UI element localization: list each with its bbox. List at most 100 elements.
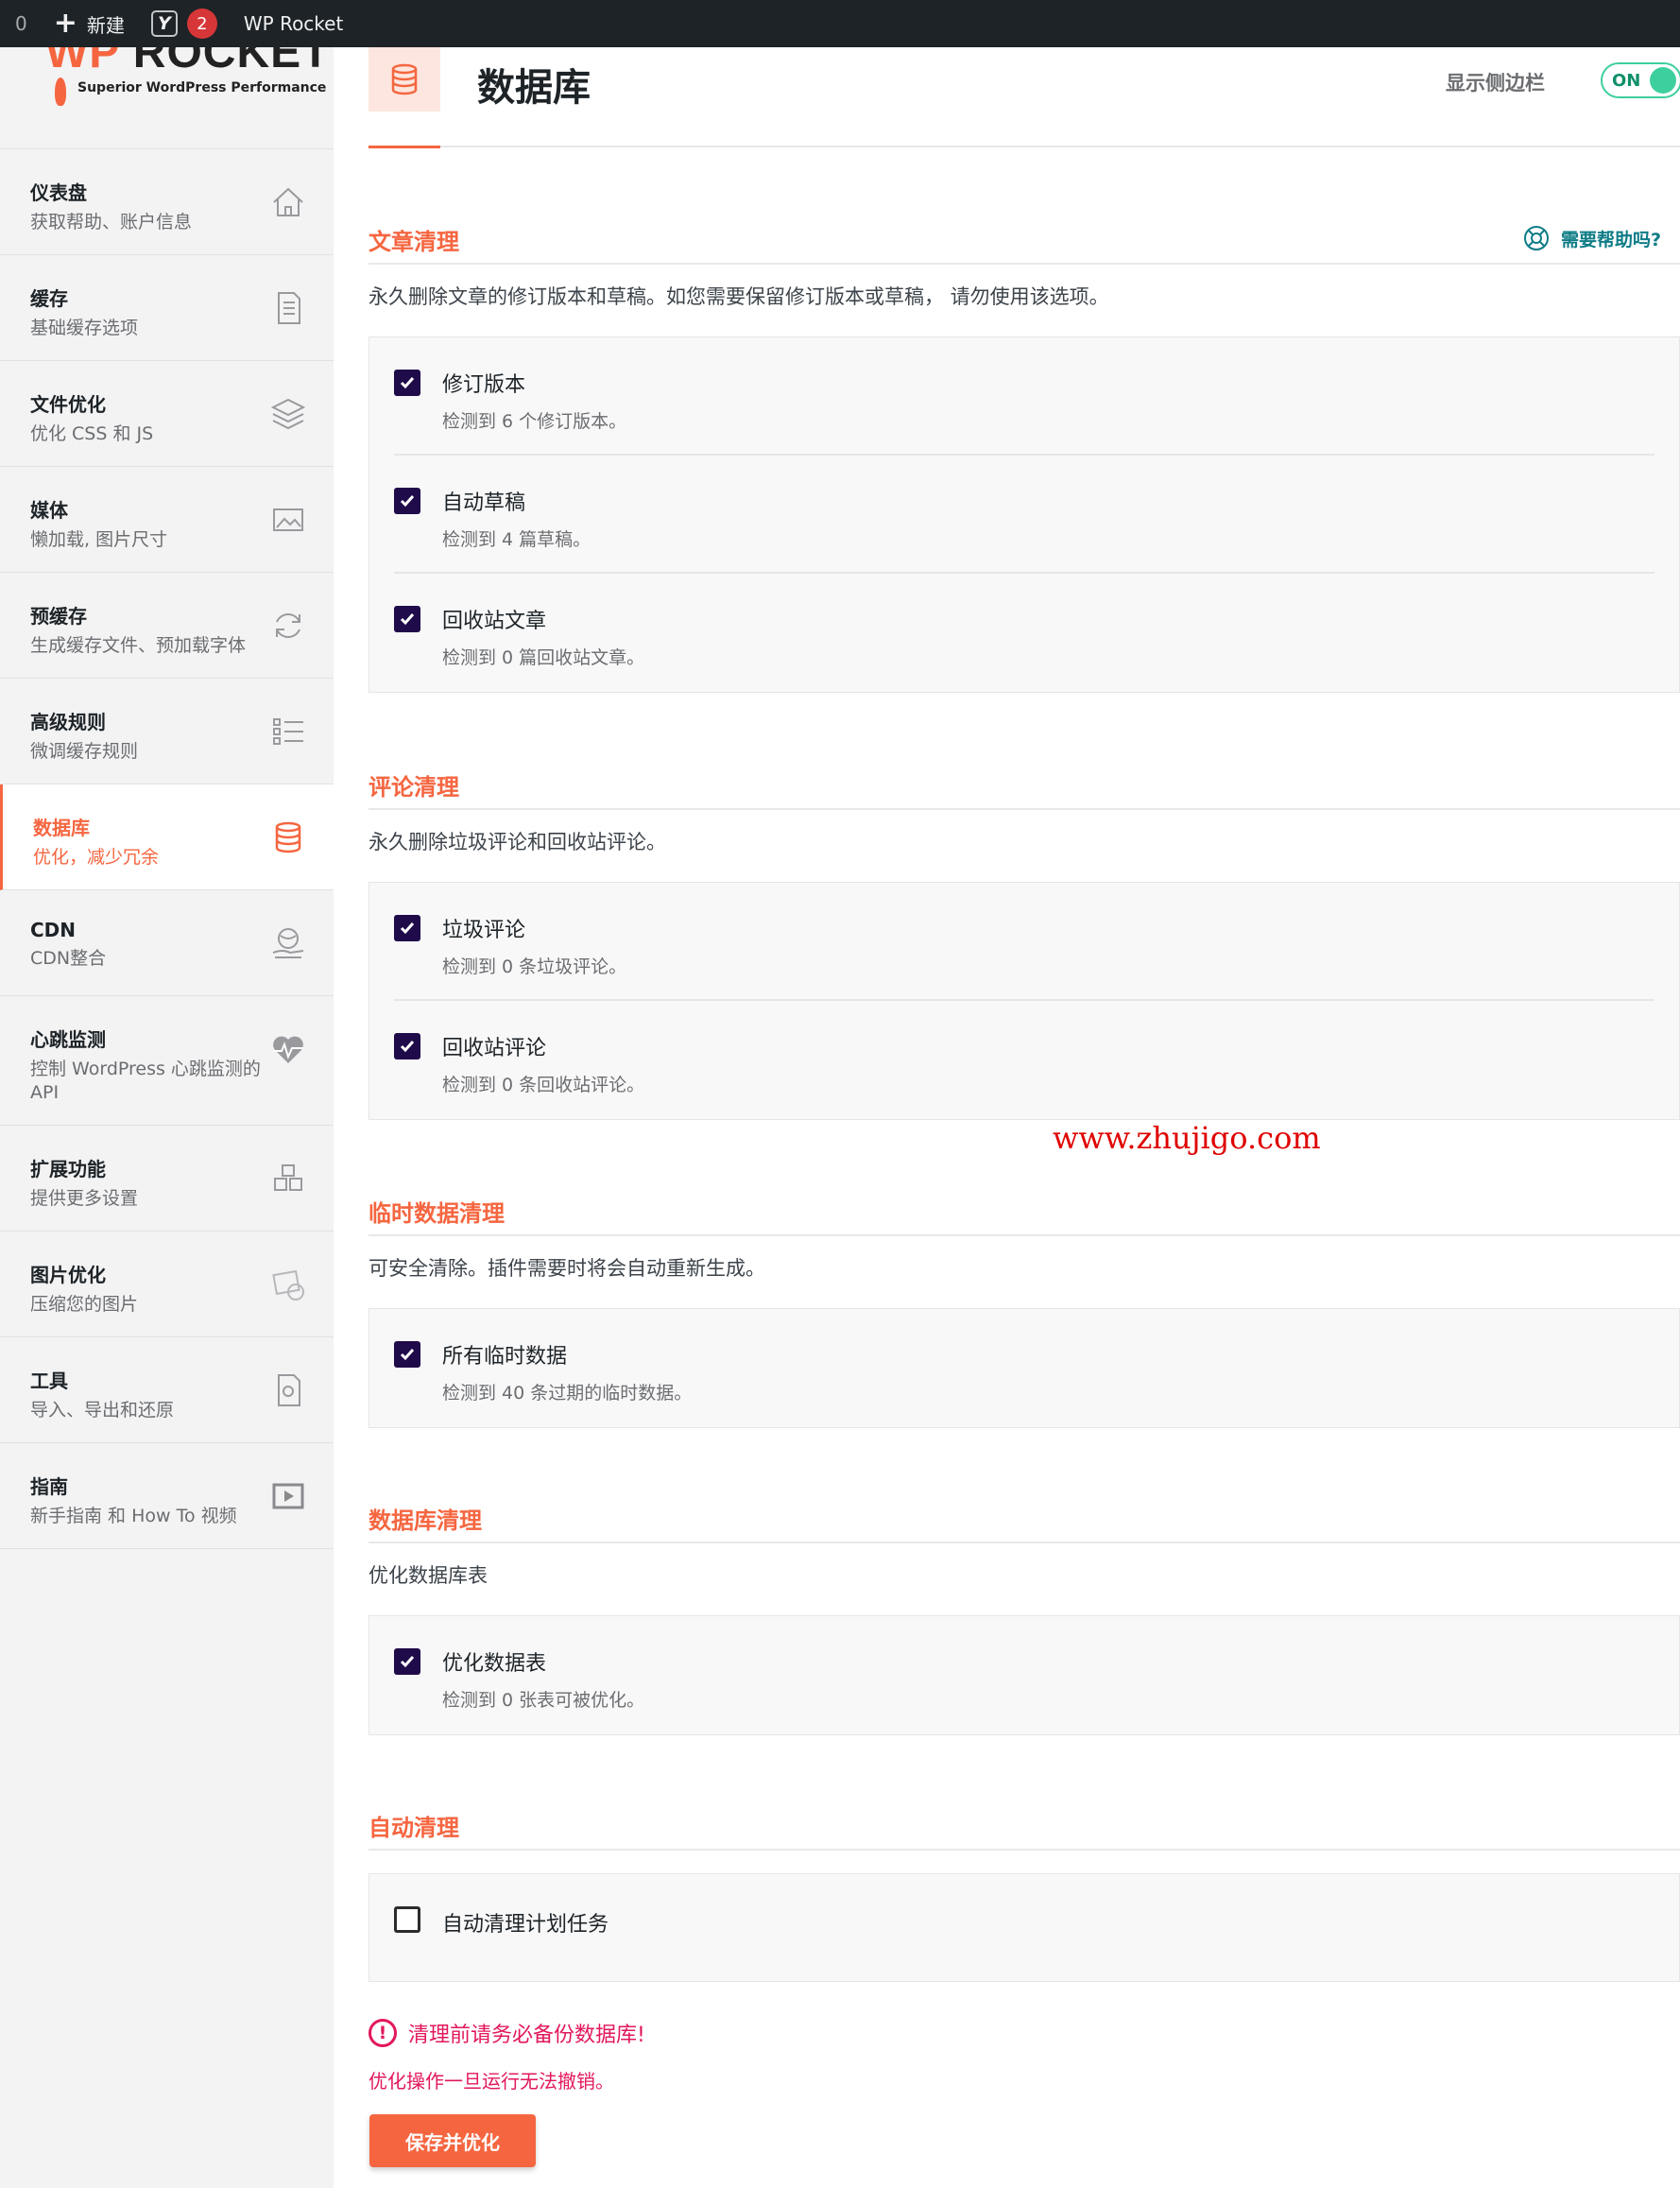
check-icon [400,1656,415,1668]
option-label: 自动清理计划任务 [442,1913,609,1937]
sidebar-item-file-optimization[interactable]: 文件优化 优化 CSS 和 JS [0,361,334,467]
section-description: 永久删除文章的修订版本和草稿。如您需要保留修订版本或草稿， 请勿使用该选项。 [369,285,1109,308]
check-icon [400,377,415,389]
scheduled-cleanup-checkbox[interactable] [394,1906,420,1933]
options-box: 垃圾评论 检测到 0 条垃圾评论。 回收站评论 检测到 0 条回收站评论。 [369,882,1680,1120]
option-revisions: 修订版本 检测到 6 个修订版本。 [394,337,1654,456]
sidebar-item-advanced-rules[interactable]: 高级规则 微调缓存规则 [0,679,334,784]
section-description: 可安全清除。插件需要时将会自动重新生成。 [369,1257,765,1280]
auto-drafts-checkbox[interactable] [394,488,420,514]
option-label: 回收站文章 [442,610,547,633]
section-transients-cleanup: 临时数据清理 可安全清除。插件需要时将会自动重新生成。 所有临时数据 检测到 4… [369,1189,1680,1428]
page-header: 数据库 显示侧边栏 ON [369,47,1680,148]
admin-bar: 0 + 新建 Y 2 WP Rocket [0,0,1680,47]
option-detail: 检测到 4 篇草稿。 [442,529,591,550]
plus-icon: + [53,7,77,40]
option-spam-comments: 垃圾评论 检测到 0 条垃圾评论。 [394,883,1654,1001]
yoast-menu[interactable]: Y 2 [138,0,231,47]
document-icon [278,292,300,324]
option-label: 优化数据表 [442,1652,547,1676]
notification-badge: 2 [186,9,217,39]
new-content-menu[interactable]: + 新建 [41,0,138,47]
refresh-icon [276,613,300,638]
save-and-optimize-button[interactable]: 保存并优化 [369,2114,536,2167]
watermark: www.zhujigo.com [1053,1120,1321,1156]
backup-warning: ! 清理前请务必备份数据库! [369,2018,645,2048]
main-content: 数据库 显示侧边栏 ON 文章清理 需要帮助吗? 永久删除文章的修订版本和草稿。… [334,47,1680,2188]
section-post-cleanup: 文章清理 需要帮助吗? 永久删除文章的修订版本和草稿。如您需要保留修订版本或草稿… [369,217,1680,693]
lifebuoy-icon [1523,226,1549,250]
warning-subtitle: 优化操作一旦运行无法撤销。 [369,2070,614,2093]
database-icon [275,821,301,853]
sidebar-item-subtitle: 压缩您的图片 [30,1294,139,1315]
sidebar-toggle-label: 显示侧边栏 [1446,72,1545,95]
sidebar-item-subtitle: 导入、导出和还原 [30,1400,175,1421]
alert-icon: ! [369,2019,397,2047]
sidebar-item-subtitle: 控制 WordPress 心跳监测的 API [30,1059,261,1103]
spam-comments-checkbox[interactable] [394,915,420,941]
sidebar-item-media[interactable]: 媒体 懒加载, 图片尺寸 [0,467,334,573]
layers-icon [270,398,306,430]
home-icon [273,187,303,216]
sidebar-item-heartbeat[interactable]: 心跳监测 控制 WordPress 心跳监测的 API [0,996,334,1126]
list-icon [273,718,303,745]
section-title: 文章清理 [369,229,459,255]
heartbeat-icon [273,1036,303,1063]
sidebar-toggle[interactable]: ON [1601,62,1680,98]
warning-title: 清理前请务必备份数据库! [408,2024,645,2047]
page-title: 数据库 [477,66,591,110]
sidebar-item-subtitle: 优化，减少冗余 [33,847,160,868]
section-database-cleanup: 数据库清理 优化数据库表 优化数据表 检测到 0 张表可被优化。 [369,1496,1680,1735]
option-label: 回收站评论 [442,1037,547,1060]
optimize-tables-checkbox[interactable] [394,1648,420,1675]
all-transients-checkbox[interactable] [394,1341,420,1368]
section-comment-cleanup: 评论清理 永久删除垃圾评论和回收站评论。 垃圾评论 检测到 0 条垃圾评论。 回… [369,763,1680,1120]
trashed-posts-checkbox[interactable] [394,606,420,632]
options-box: 优化数据表 检测到 0 张表可被优化。 [369,1615,1680,1735]
option-trashed-posts: 回收站文章 检测到 0 篇回收站文章。 [394,574,1654,692]
sidebar-item-subtitle: 生成缓存文件、预加载字体 [30,635,247,656]
sidebar-item-image-optimization[interactable]: 图片优化 压缩您的图片 [0,1232,334,1337]
option-label: 修订版本 [442,373,526,397]
tools-icon [278,1374,300,1406]
option-detail: 检测到 40 条过期的临时数据。 [442,1383,693,1404]
sidebar-item-cdn[interactable]: CDN CDN整合 [0,890,334,996]
help-link[interactable]: 需要帮助吗? [1523,225,1661,251]
toggle-knob [1650,67,1676,94]
check-icon [400,1041,415,1053]
video-icon [272,1483,304,1509]
sidebar-item-addons[interactable]: 扩展功能 提供更多设置 [0,1126,334,1232]
image-optimize-icon [272,1269,304,1301]
option-detail: 检测到 0 篇回收站文章。 [442,647,645,668]
toggle-state: ON [1612,71,1641,91]
option-all-transients: 所有临时数据 检测到 40 条过期的临时数据。 [394,1309,1654,1427]
section-title: 评论清理 [369,774,459,801]
option-optimize-tables: 优化数据表 检测到 0 张表可被优化。 [394,1616,1654,1734]
check-icon [400,495,415,508]
trashed-comments-checkbox[interactable] [394,1033,420,1060]
option-label: 自动草稿 [442,491,526,515]
sidebar-item-subtitle: CDN整合 [30,948,107,969]
option-detail: 检测到 6 个修订版本。 [442,411,627,432]
section-description: 永久删除垃圾评论和回收站评论。 [369,831,666,853]
section-title: 临时数据清理 [369,1200,505,1227]
check-icon [400,1349,415,1361]
admin-bar-counter[interactable]: 0 [0,0,41,47]
options-box: 自动清理计划任务 [369,1873,1680,1982]
wp-rocket-menu[interactable]: WP Rocket [231,0,356,47]
sidebar-item-tools[interactable]: 工具 导入、导出和还原 [0,1337,334,1443]
image-icon [273,508,303,531]
sidebar-item-tutorials[interactable]: 指南 新手指南 和 How To 视频 [0,1443,334,1549]
globe-hand-icon [272,928,304,958]
sidebar-item-cache[interactable]: 缓存 基础缓存选项 [0,255,334,361]
sidebar-item-database[interactable]: 数据库 优化，减少冗余 [0,784,334,890]
option-label: 所有临时数据 [442,1345,568,1369]
sidebar-item-subtitle: 获取帮助、账户信息 [30,212,193,233]
revisions-checkbox[interactable] [394,370,420,396]
option-auto-drafts: 自动草稿 检测到 4 篇草稿。 [394,456,1654,574]
option-detail: 检测到 0 条回收站评论。 [442,1075,645,1095]
help-label: 需要帮助吗? [1560,229,1661,250]
sidebar-item-preload[interactable]: 预缓存 生成缓存文件、预加载字体 [0,573,334,679]
header-underline [369,146,440,148]
sidebar-item-dashboard[interactable]: 仪表盘 获取帮助、账户信息 [0,149,334,255]
